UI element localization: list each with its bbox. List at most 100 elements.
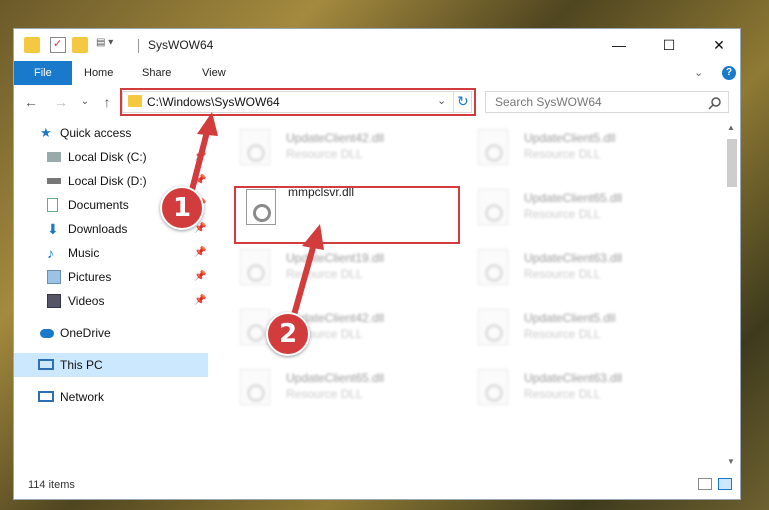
file-list: UpdateClient42.dll Resource DLL UpdateCl… <box>222 121 724 469</box>
properties-icon[interactable]: ✓ <box>50 37 66 53</box>
search-placeholder: Search SysWOW64 <box>495 95 602 109</box>
help-icon[interactable]: ? <box>722 66 736 80</box>
sidebar-item-network[interactable]: Network <box>14 385 208 409</box>
gear-icon <box>485 324 503 342</box>
new-folder-icon[interactable] <box>72 37 88 53</box>
file-name: UpdateClient19.dll <box>286 251 385 265</box>
sidebar-item-label: OneDrive <box>60 326 111 340</box>
file-name: UpdateClient42.dll <box>286 131 385 145</box>
gear-icon <box>485 144 503 162</box>
file-description: Resource DLL <box>286 387 363 401</box>
vertical-scrollbar[interactable]: ▲ ▼ <box>724 121 740 469</box>
sidebar-item-label: Local Disk (C:) <box>68 150 147 164</box>
sidebar-item-music[interactable]: ♪ Music 📌 <box>14 241 208 265</box>
window-title: SysWOW64 <box>148 38 214 52</box>
sidebar-item-label: Music <box>68 246 100 260</box>
file-name: UpdateClient65.dll <box>524 191 623 205</box>
file-name: UpdateClient5.dll <box>524 131 616 145</box>
tab-home[interactable]: Home <box>70 61 127 85</box>
file-name: UpdateClient65.dll <box>286 371 385 385</box>
file-icon <box>478 189 508 225</box>
gear-icon <box>485 264 503 282</box>
file-icon <box>240 249 270 285</box>
file-description: Resource DLL <box>524 147 601 161</box>
sidebar-item-pictures[interactable]: Pictures 📌 <box>14 265 208 289</box>
file-name: UpdateClient63.dll <box>524 371 623 385</box>
address-row: ← → ⌄ ↑ C:\Windows\SysWOW64 ⌄ ↻ Search S… <box>14 85 740 119</box>
callout-step-2: 2 <box>266 312 310 356</box>
file-tile[interactable]: UpdateClient63.dll Resource DLL <box>472 363 692 413</box>
tab-view[interactable]: View <box>188 61 240 85</box>
up-button[interactable]: ↑ <box>98 93 116 111</box>
file-description: Resource DLL <box>524 327 601 341</box>
customize-quick-access-icon[interactable]: ▤ ▾ <box>96 37 120 53</box>
pin-icon: 📌 <box>194 295 207 306</box>
gear-icon <box>247 384 265 402</box>
documents-icon <box>47 198 58 212</box>
sidebar-item-local-disk-c[interactable]: Local Disk (C:) 📌 <box>14 145 208 169</box>
ribbon-tabs: File Home Share View ⌄ ? <box>14 61 740 86</box>
sidebar-item-label: Quick access <box>60 126 132 140</box>
chevron-down-icon[interactable]: ⌄ <box>694 61 703 85</box>
large-icons-view-icon[interactable] <box>718 478 732 490</box>
videos-icon <box>47 294 61 308</box>
file-icon <box>478 129 508 165</box>
drive-icon <box>47 152 61 162</box>
file-tile[interactable]: UpdateClient19.dll Resource DLL <box>234 243 454 293</box>
file-tile[interactable]: UpdateClient42.dll Resource DLL <box>234 123 454 173</box>
back-button[interactable]: ← <box>22 93 40 111</box>
title-separator <box>138 39 139 53</box>
drive-icon <box>47 178 61 184</box>
sidebar-item-label: Local Disk (D:) <box>68 174 147 188</box>
tab-file[interactable]: File <box>14 61 72 85</box>
file-description: Resource DLL <box>524 267 601 281</box>
file-icon <box>478 369 508 405</box>
sidebar-item-videos[interactable]: Videos 📌 <box>14 289 208 313</box>
file-icon <box>478 249 508 285</box>
tab-share[interactable]: Share <box>128 61 185 85</box>
minimize-button[interactable]: — <box>596 29 642 61</box>
sidebar-item-label: Downloads <box>68 222 128 236</box>
sidebar-item-label: Network <box>60 390 105 404</box>
file-name: UpdateClient63.dll <box>524 251 623 265</box>
gear-icon <box>247 324 265 342</box>
address-highlight <box>120 88 476 116</box>
search-input[interactable]: Search SysWOW64 <box>485 91 729 113</box>
forward-button[interactable]: → <box>52 93 70 111</box>
maximize-button[interactable]: ☐ <box>646 29 692 61</box>
status-bar: 114 items <box>14 475 740 499</box>
computer-icon <box>38 359 54 370</box>
pin-icon: 📌 <box>194 151 207 162</box>
file-tile[interactable]: UpdateClient5.dll Resource DLL <box>472 123 692 173</box>
scroll-down-icon[interactable]: ▼ <box>727 457 735 466</box>
callout-step-1: 1 <box>160 186 204 230</box>
file-tile[interactable]: UpdateClient63.dll Resource DLL <box>472 243 692 293</box>
folder-icon <box>24 37 40 53</box>
scroll-up-icon[interactable]: ▲ <box>727 123 735 132</box>
file-tile[interactable]: UpdateClient65.dll Resource DLL <box>234 363 454 413</box>
sidebar-item-onedrive[interactable]: OneDrive <box>14 321 208 345</box>
file-description: Resource DLL <box>524 387 601 401</box>
gear-icon <box>485 384 503 402</box>
file-icon <box>240 129 270 165</box>
music-icon: ♪ <box>47 245 54 261</box>
sidebar-item-this-pc[interactable]: This PC <box>14 353 208 377</box>
file-highlight <box>234 186 460 244</box>
sidebar-item-label: Pictures <box>68 270 112 284</box>
file-tile[interactable]: UpdateClient65.dll Resource DLL <box>472 183 692 233</box>
cloud-icon <box>40 329 54 338</box>
search-icon[interactable] <box>708 96 722 110</box>
file-tile[interactable]: UpdateClient5.dll Resource DLL <box>472 303 692 353</box>
network-icon <box>38 391 54 402</box>
scroll-thumb[interactable] <box>727 139 737 187</box>
close-button[interactable]: ✕ <box>696 29 742 61</box>
file-description: Resource DLL <box>286 267 363 281</box>
gear-icon <box>247 264 265 282</box>
title-bar: ✓ ▤ ▾ SysWOW64 — ☐ ✕ <box>14 29 740 61</box>
details-view-icon[interactable] <box>698 478 712 490</box>
item-count: 114 items <box>28 479 75 491</box>
sidebar-item-label: This PC <box>60 358 103 372</box>
sidebar-item-quick-access[interactable]: ★ Quick access <box>14 121 208 145</box>
file-icon <box>478 309 508 345</box>
recent-locations-button[interactable]: ⌄ <box>76 93 94 111</box>
